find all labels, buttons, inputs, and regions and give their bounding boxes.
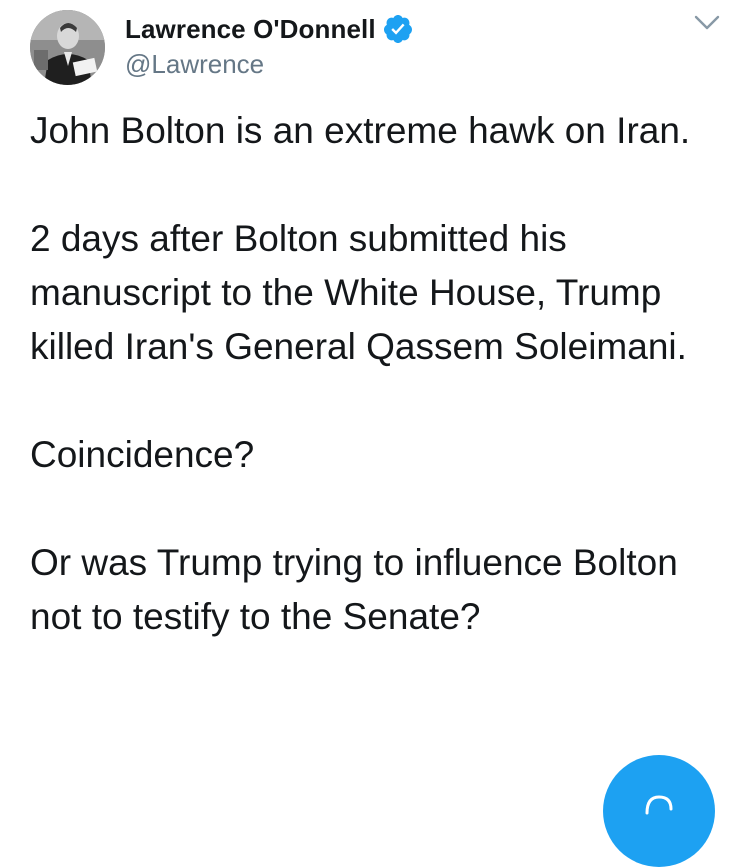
tweet-paragraph: Or was Trump trying to influence Bolton …: [30, 542, 678, 637]
tweet-header: Lawrence O'Donnell @Lawrence: [0, 0, 750, 100]
tweet-text: John Bolton is an extreme hawk on Iran. …: [30, 104, 720, 644]
verified-badge-icon: [383, 15, 412, 43]
tweet-paragraph: John Bolton is an extreme hawk on Iran.: [30, 110, 691, 151]
compose-icon: [645, 795, 673, 815]
author-name[interactable]: Lawrence O'Donnell: [125, 14, 376, 45]
avatar[interactable]: [30, 10, 105, 85]
author-name-row: Lawrence O'Donnell: [125, 12, 414, 46]
author-handle[interactable]: @Lawrence: [125, 49, 264, 80]
tweet-paragraph: 2 days after Bolton submitted his manusc…: [30, 218, 687, 367]
avatar-image: [30, 10, 105, 85]
compose-button[interactable]: [603, 755, 715, 867]
chevron-down-icon[interactable]: [692, 12, 722, 34]
tweet-paragraph: Coincidence?: [30, 434, 255, 475]
